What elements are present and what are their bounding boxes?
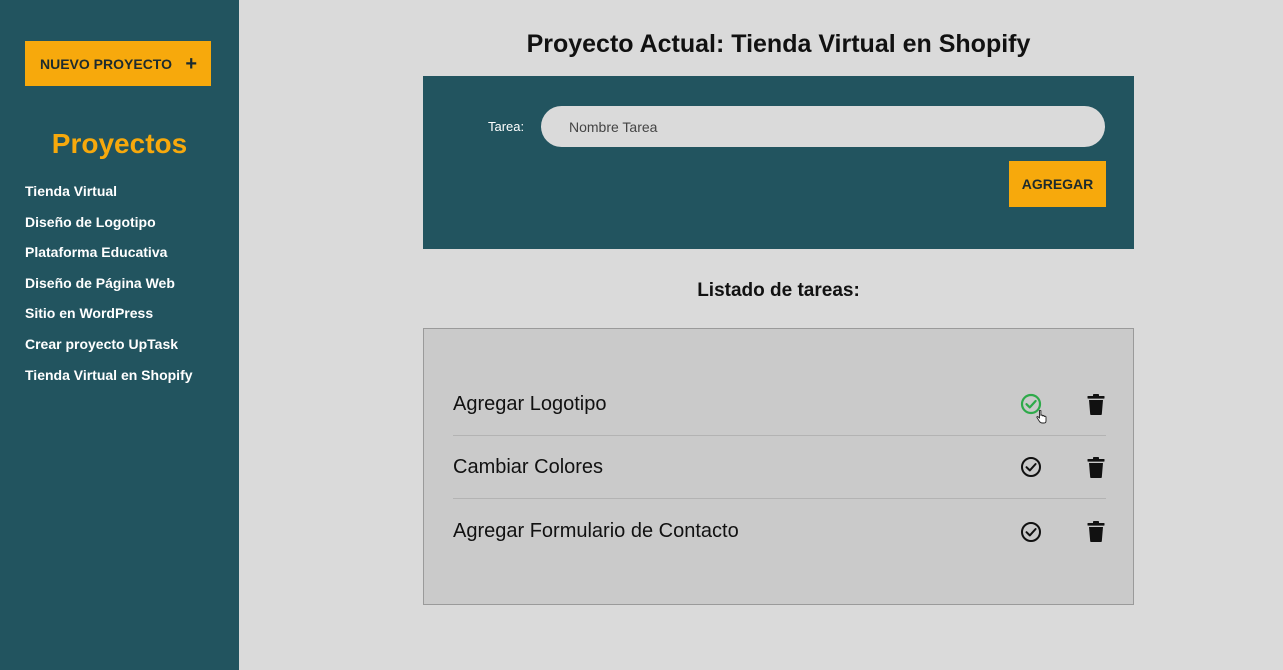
check-circle-icon[interactable]	[1019, 455, 1043, 479]
trash-icon[interactable]	[1085, 520, 1107, 544]
sidebar-item-tienda-virtual-shopify[interactable]: Tienda Virtual en Shopify	[25, 366, 193, 397]
task-row: Agregar Formulario de Contacto	[453, 500, 1106, 563]
sidebar-item-sitio-wordpress[interactable]: Sitio en WordPress	[25, 304, 193, 335]
task-name: Cambiar Colores	[453, 455, 604, 478]
project-list: Tienda Virtual Diseño de Logotipo Plataf…	[25, 182, 193, 396]
page-title-label: Proyecto Actual:	[526, 30, 725, 58]
task-field-label: Tarea:	[488, 119, 525, 134]
trash-icon[interactable]	[1085, 455, 1107, 479]
task-list-heading: Listado de tareas:	[697, 280, 860, 301]
sidebar-item-crear-proyecto-uptask[interactable]: Crear proyecto UpTask	[25, 335, 193, 366]
page-title: Proyecto Actual: Tienda Virtual en Shopi…	[423, 30, 1134, 59]
sidebar: NUEVO PROYECTO + Proyectos Tienda Virtua…	[0, 0, 239, 670]
trash-icon[interactable]	[1085, 392, 1107, 416]
new-project-label: NUEVO PROYECTO	[40, 55, 172, 72]
pointer-cursor-icon	[1036, 409, 1047, 424]
add-task-button[interactable]: AGREGAR	[1009, 161, 1106, 207]
task-row: Cambiar Colores	[453, 436, 1106, 499]
sidebar-item-diseno-logotipo[interactable]: Diseño de Logotipo	[25, 213, 193, 244]
current-project-name: Tienda Virtual en Shopify	[731, 30, 1031, 58]
new-project-button[interactable]: NUEVO PROYECTO +	[25, 41, 211, 86]
check-circle-icon[interactable]	[1019, 520, 1043, 544]
sidebar-title: Proyectos	[51, 128, 188, 159]
sidebar-item-plataforma-educativa[interactable]: Plataforma Educativa	[25, 243, 193, 274]
task-name-input[interactable]	[541, 106, 1105, 147]
task-name: Agregar Logotipo	[453, 392, 607, 415]
sidebar-item-tienda-virtual[interactable]: Tienda Virtual	[25, 182, 193, 213]
task-row: Agregar Logotipo	[453, 373, 1106, 436]
add-task-form: Tarea: AGREGAR	[423, 76, 1134, 249]
task-list: Agregar Logotipo Cambiar Colores Agregar…	[423, 328, 1134, 605]
plus-icon: +	[185, 52, 197, 75]
task-name: Agregar Formulario de Contacto	[453, 520, 739, 542]
sidebar-item-diseno-pagina-web[interactable]: Diseño de Página Web	[25, 274, 193, 305]
